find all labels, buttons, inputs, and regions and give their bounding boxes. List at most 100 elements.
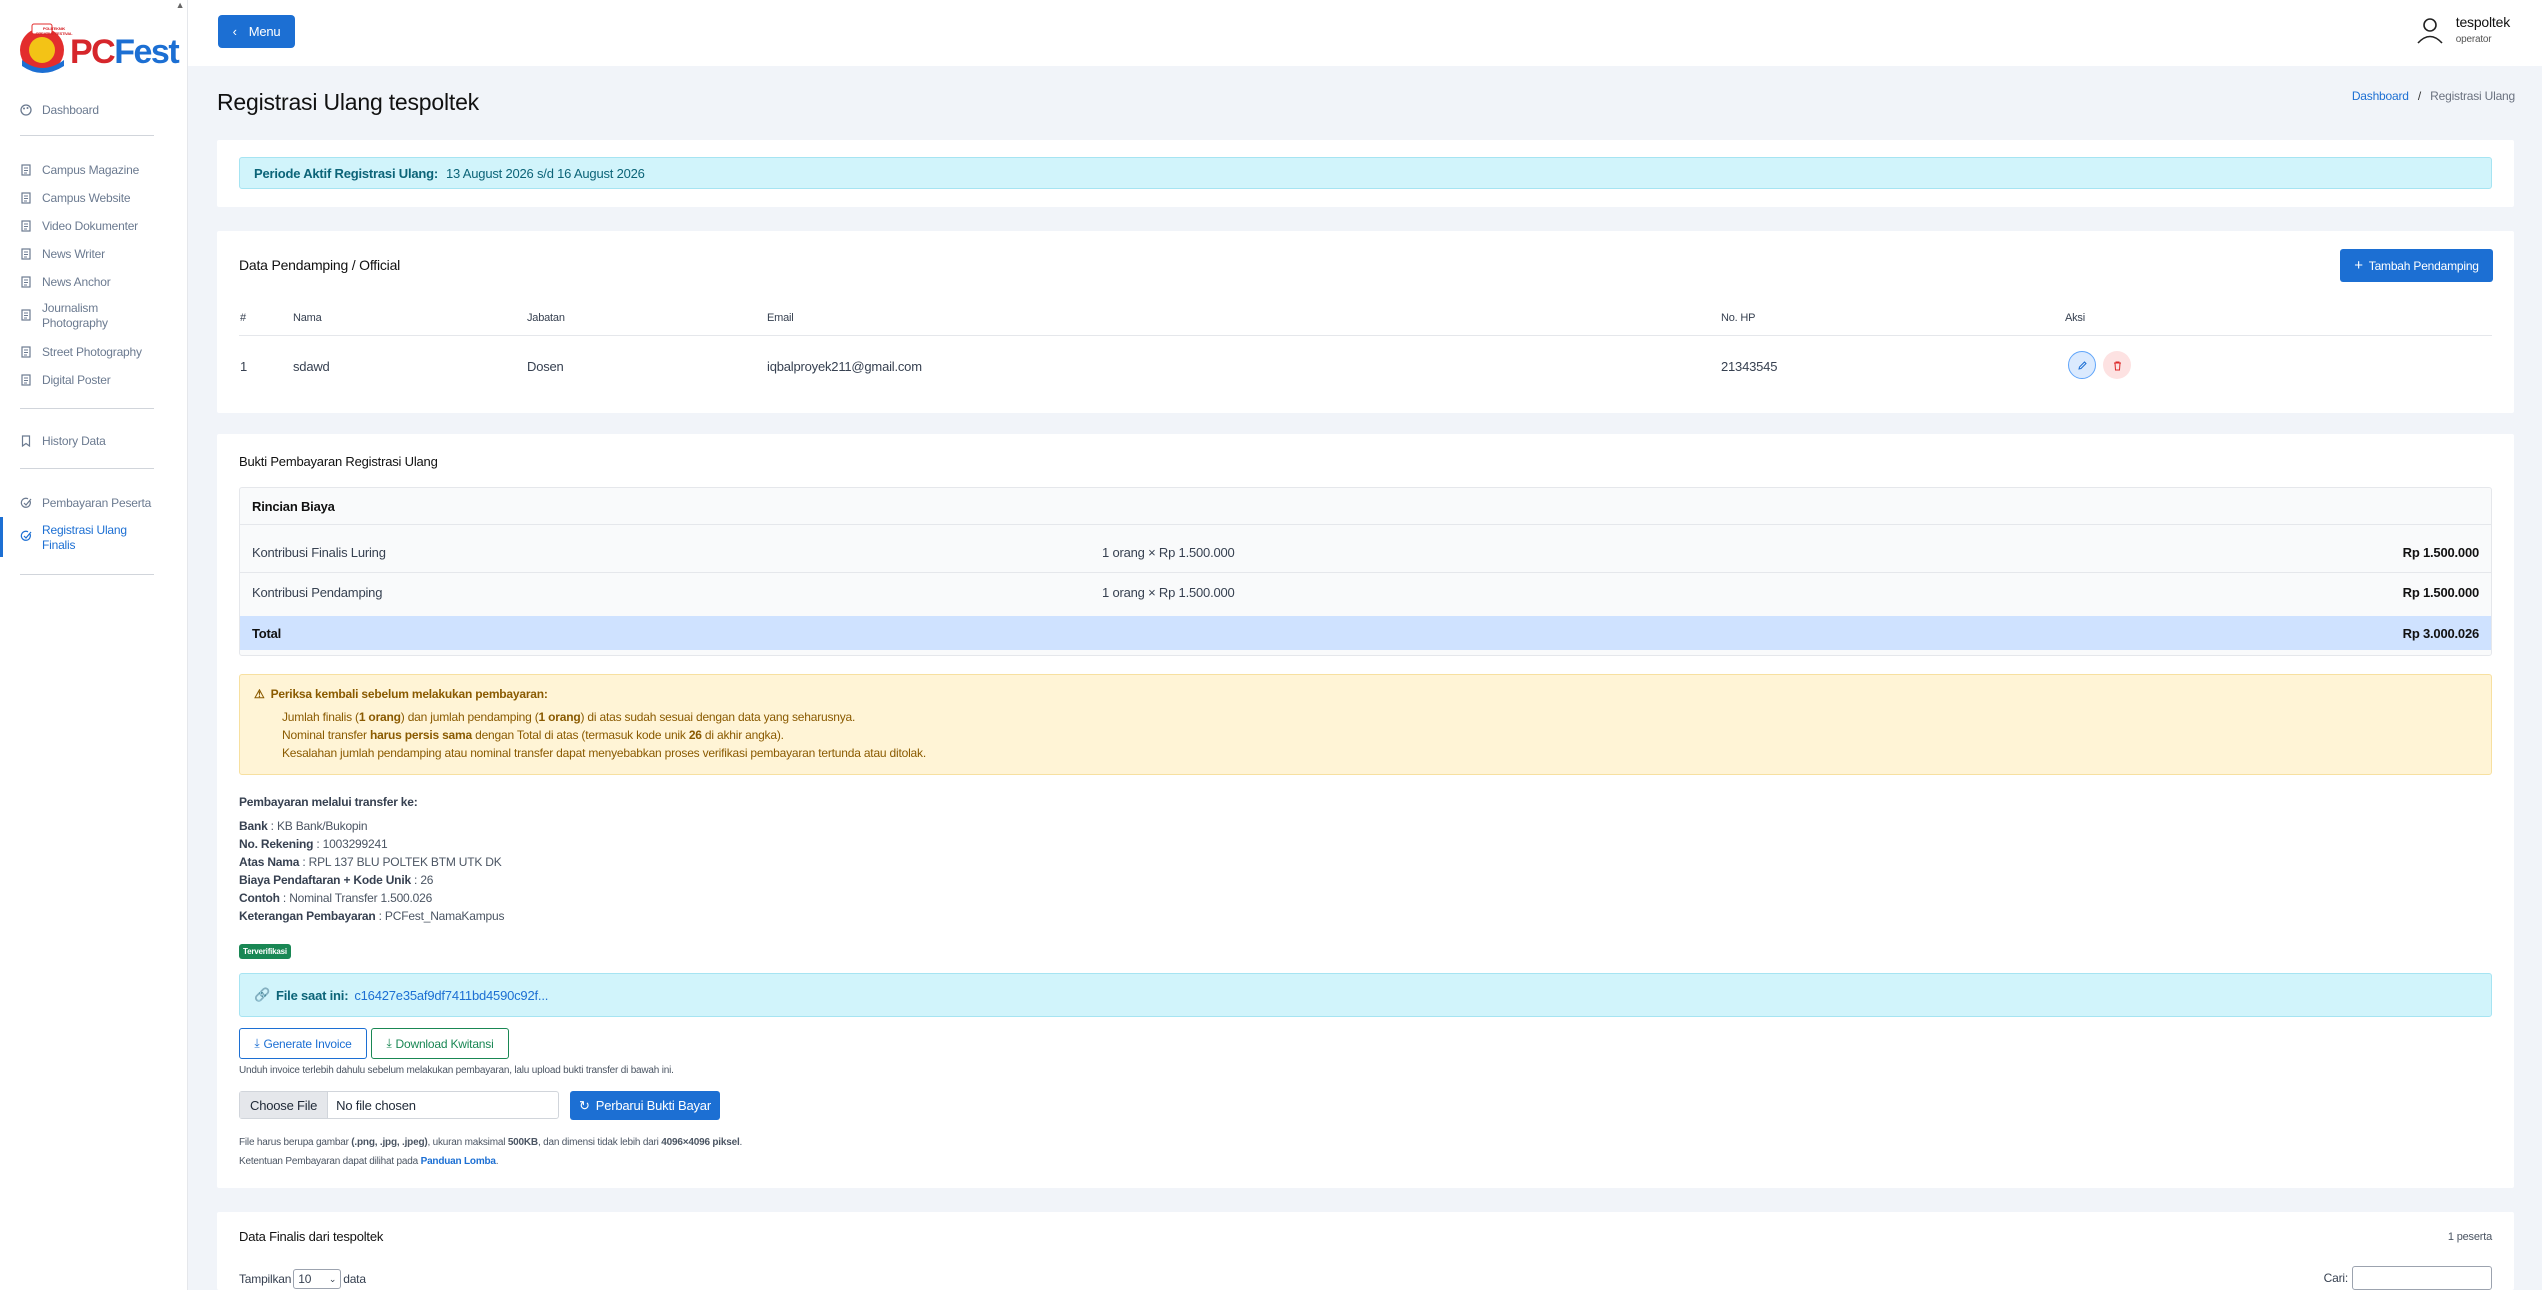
column-header-email: Email bbox=[767, 312, 794, 324]
user-name: tespoltek bbox=[2455, 14, 2510, 30]
sidebar-item-label: History Data bbox=[42, 434, 106, 448]
rincian-row-label: Kontribusi Finalis Luring bbox=[252, 545, 386, 560]
sidebar-item-label: Street Photography bbox=[42, 345, 142, 359]
total-row: Total Rp 3.000.026 bbox=[240, 616, 2491, 650]
tambah-pendamping-label: Tambah Pendamping bbox=[2368, 258, 2479, 273]
transfer-heading: Pembayaran melalui transfer ke: bbox=[239, 795, 418, 809]
pcfest-logo[interactable]: POLITEKNIK CREATIVE FESTIVAL PCFest bbox=[18, 18, 180, 74]
transfer-biaya: Biaya Pendaftaran + Kode Unik : 26 bbox=[239, 873, 434, 887]
menu-button-label: Menu bbox=[248, 24, 281, 39]
current-file-label: File saat ini: bbox=[276, 987, 349, 1003]
page-length-value: 10 bbox=[298, 1272, 312, 1286]
sidebar-item-news-anchor[interactable]: News Anchor bbox=[20, 275, 111, 290]
download-kwitansi-label: Download Kwitansi bbox=[395, 1036, 494, 1051]
periode-value: 13 August 2026 s/d 16 August 2026 bbox=[446, 165, 645, 181]
breadcrumb-dashboard-link[interactable]: Dashboard bbox=[2352, 89, 2409, 103]
perbarui-bukti-bayar-button[interactable]: ↻ Perbarui Bukti Bayar bbox=[570, 1091, 720, 1120]
palette-icon bbox=[20, 104, 32, 116]
rincian-row-label: Kontribusi Pendamping bbox=[252, 585, 383, 600]
page-title: Registrasi Ulang tespoltek bbox=[217, 89, 479, 115]
rincian-row-amount: Rp 1.500.000 bbox=[2402, 585, 2480, 600]
search-control: Cari: bbox=[2324, 1266, 2492, 1290]
delete-button[interactable] bbox=[2103, 351, 2131, 379]
user-menu[interactable]: tespoltek operator bbox=[2416, 14, 2510, 45]
rincian-divider bbox=[240, 524, 2491, 525]
sidebar-item-label: Campus Website bbox=[42, 191, 131, 205]
cell-no-hp: 21343545 bbox=[1721, 359, 1778, 374]
page-length-select[interactable]: 10 ⌄ bbox=[293, 1269, 342, 1289]
pencil-icon bbox=[2077, 360, 2087, 370]
sidebar-item-label: News Writer bbox=[42, 247, 105, 261]
finalis-count: 1 peserta bbox=[2447, 1231, 2492, 1243]
sidebar-item-label: Registrasi Ulang Finalis bbox=[42, 523, 127, 552]
document-icon bbox=[21, 309, 31, 321]
download-kwitansi-button[interactable]: ⤓ Download Kwitansi bbox=[371, 1028, 509, 1059]
bukti-pembayaran-card: Bukti Pembayaran Registrasi Ulang Rincia… bbox=[217, 434, 2514, 1188]
rincian-row-qty: 1 orang × Rp 1.500.000 bbox=[1102, 545, 1235, 560]
tambah-pendamping-button[interactable]: + Tambah Pendamping bbox=[2340, 249, 2493, 282]
sidebar-item-campus-website[interactable]: Campus Website bbox=[20, 191, 131, 206]
choose-file-button[interactable]: Choose File bbox=[240, 1092, 329, 1118]
logo-wordmark: PCFest bbox=[70, 33, 180, 71]
sidebar: ▲ POLITEKNIK CREATIVE FESTIVAL PCFest Da… bbox=[0, 0, 188, 1290]
sidebar-item-registrasi-ulang-finalis[interactable]: Registrasi Ulang Finalis bbox=[20, 523, 132, 553]
sidebar-item-campus-magazine[interactable]: Campus Magazine bbox=[20, 163, 139, 178]
sidebar-item-history-data[interactable]: History Data bbox=[20, 434, 106, 449]
chevron-left-icon: ‹ bbox=[232, 24, 237, 39]
breadcrumb-separator: / bbox=[2417, 89, 2422, 103]
sidebar-item-label: Dashboard bbox=[42, 103, 99, 117]
warning-line-2: Nominal transfer harus persis sama denga… bbox=[282, 728, 784, 742]
transfer-keterangan: Keterangan Pembayaran : PCFest_NamaKampu… bbox=[239, 909, 505, 923]
perbarui-bukti-bayar-label: Perbarui Bukti Bayar bbox=[595, 1098, 711, 1113]
cell-nama: sdawd bbox=[293, 359, 330, 374]
current-file-link[interactable]: c16427e35af9df7411bd4590c92f... bbox=[354, 988, 548, 1003]
sidebar-item-news-writer[interactable]: News Writer bbox=[20, 247, 105, 262]
rincian-title: Rincian Biaya bbox=[252, 499, 335, 514]
sidebar-item-video-dokumenter[interactable]: Video Dokumenter bbox=[20, 219, 138, 234]
user-role: operator bbox=[2455, 34, 2492, 45]
invoice-hint: Unduh invoice terlebih dahulu sebelum me… bbox=[239, 1065, 674, 1076]
plus-icon: + bbox=[2354, 257, 2363, 274]
active-indicator bbox=[0, 517, 3, 557]
user-avatar-icon bbox=[2417, 18, 2443, 44]
show-label: Tampilkan bbox=[239, 1272, 292, 1286]
status-badge: Terverifikasi bbox=[239, 944, 291, 959]
warning-title: Periksa kembali sebelum melakukan pembay… bbox=[270, 687, 548, 701]
scroll-up-arrow-icon[interactable]: ▲ bbox=[174, 0, 186, 10]
table-header-divider bbox=[239, 335, 2492, 336]
sidebar-item-dashboard[interactable]: Dashboard bbox=[20, 103, 99, 118]
generate-invoice-label: Generate Invoice bbox=[263, 1036, 352, 1051]
no-file-text: No file chosen bbox=[336, 1097, 416, 1113]
breadcrumb-current: Registrasi Ulang bbox=[2430, 89, 2515, 103]
document-icon bbox=[21, 374, 31, 386]
rincian-row-amount: Rp 1.500.000 bbox=[2402, 545, 2480, 560]
page-length-control: Tampilkan 10 ⌄ data bbox=[239, 1269, 366, 1289]
sidebar-item-digital-poster[interactable]: Digital Poster bbox=[20, 373, 111, 388]
bookmark-icon bbox=[21, 435, 31, 447]
generate-invoice-button[interactable]: ⤓ Generate Invoice bbox=[239, 1028, 367, 1059]
finalis-title: Data Finalis dari tespoltek bbox=[239, 1229, 384, 1244]
sidebar-item-label: Video Dokumenter bbox=[42, 219, 138, 233]
file-upload-input[interactable]: Choose File No file chosen bbox=[239, 1091, 559, 1119]
link-icon: 🔗 bbox=[254, 987, 270, 1002]
sidebar-item-pembayaran-peserta[interactable]: Pembayaran Peserta bbox=[20, 496, 151, 511]
transfer-atas-nama: Atas Nama : RPL 137 BLU POLTEK BTM UTK D… bbox=[239, 855, 502, 869]
chevron-down-icon: ⌄ bbox=[328, 1273, 337, 1284]
periode-card: Periode Aktif Registrasi Ulang: 13 Augus… bbox=[217, 140, 2514, 207]
current-file-alert: 🔗 File saat ini: c16427e35af9df7411bd459… bbox=[239, 973, 2492, 1017]
panduan-lomba-link[interactable]: Panduan Lomba bbox=[421, 1156, 496, 1167]
sidebar-item-street-photography[interactable]: Street Photography bbox=[20, 345, 142, 360]
pendamping-title: Data Pendamping / Official bbox=[239, 257, 401, 273]
warning-line-3: Kesalahan jumlah pendamping atau nominal… bbox=[282, 746, 926, 760]
finalis-card: Data Finalis dari tespoltek 1 peserta Ta… bbox=[217, 1212, 2514, 1290]
sidebar-divider bbox=[20, 135, 154, 136]
warning-triangle-icon: ⚠ bbox=[254, 687, 265, 701]
search-input[interactable] bbox=[2352, 1266, 2492, 1290]
column-header-jabatan: Jabatan bbox=[527, 312, 565, 324]
menu-button[interactable]: ‹ Menu bbox=[218, 15, 295, 48]
edit-button[interactable] bbox=[2068, 351, 2096, 379]
logo-small-text: POLITEKNIK CREATIVE FESTIVAL bbox=[35, 26, 73, 36]
document-icon bbox=[21, 220, 31, 232]
sidebar-item-journalism-photography[interactable]: Journalism Photography bbox=[20, 301, 140, 331]
payment-rules-note: Ketentuan Pembayaran dapat dilihat pada … bbox=[239, 1156, 499, 1167]
